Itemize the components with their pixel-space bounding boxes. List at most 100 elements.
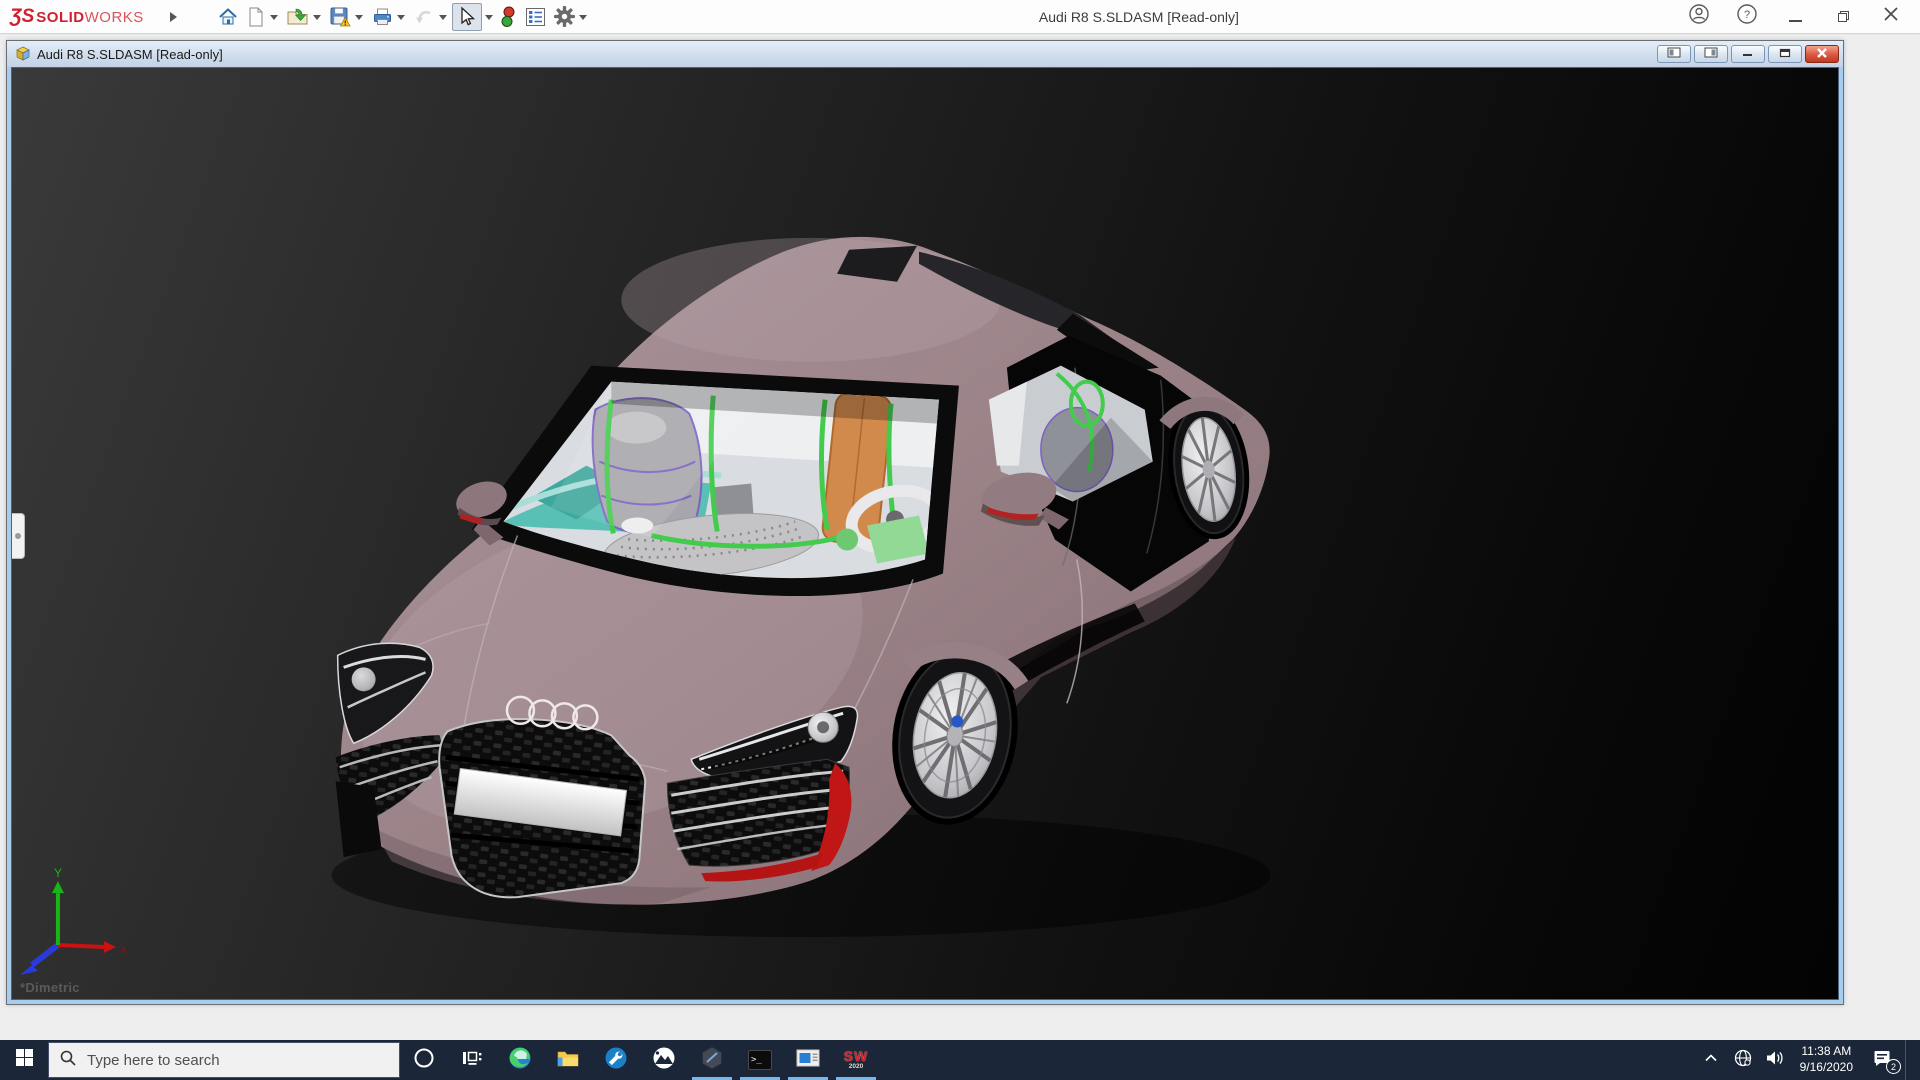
menu-expand-arrow-icon[interactable] bbox=[170, 12, 182, 22]
window-controls: ? bbox=[1686, 4, 1920, 30]
system-tray: 11:38 AM 9/16/2020 2 bbox=[1698, 1040, 1920, 1080]
save-button[interactable] bbox=[326, 3, 368, 31]
photos-icon bbox=[652, 1046, 676, 1075]
chevron-down-icon[interactable] bbox=[270, 15, 278, 24]
restore-icon bbox=[1779, 45, 1791, 63]
admin-tool-button[interactable] bbox=[592, 1040, 640, 1080]
report-button[interactable] bbox=[521, 3, 550, 31]
minimize-icon bbox=[1742, 45, 1754, 63]
edge-icon bbox=[508, 1046, 532, 1075]
traffic-light-icon bbox=[498, 5, 518, 29]
hexagon-app-icon bbox=[700, 1046, 724, 1075]
cortana-icon bbox=[413, 1047, 435, 1074]
volume-button[interactable] bbox=[1762, 1040, 1788, 1080]
app-titlebar: ƷS SOLIDWORKS bbox=[0, 0, 1920, 34]
assembly-icon bbox=[15, 46, 31, 62]
triad-x-label: X bbox=[120, 944, 128, 956]
select-cursor-icon bbox=[456, 6, 478, 28]
task-view-icon bbox=[461, 1048, 483, 1073]
search-icon bbox=[59, 1049, 77, 1072]
new-document-icon bbox=[245, 6, 267, 28]
chevron-up-icon bbox=[1702, 1049, 1720, 1072]
edge-button[interactable] bbox=[496, 1040, 544, 1080]
chevron-down-icon[interactable] bbox=[397, 15, 405, 24]
pane-left-button[interactable] bbox=[1657, 45, 1691, 63]
photos-button[interactable] bbox=[640, 1040, 688, 1080]
document-restore-button[interactable] bbox=[1768, 45, 1802, 63]
window-app-icon bbox=[796, 1048, 820, 1073]
window-app-button[interactable] bbox=[784, 1040, 832, 1080]
start-icon bbox=[16, 1049, 33, 1071]
featuremanager-collapse-handle[interactable] bbox=[12, 513, 25, 559]
help-button[interactable]: ? bbox=[1734, 4, 1760, 30]
document-title: Audi R8 S.SLDASM [Read-only] bbox=[37, 47, 1657, 62]
chevron-down-icon[interactable] bbox=[485, 15, 493, 24]
chevron-down-icon[interactable] bbox=[313, 15, 321, 24]
hexagon-app-button[interactable] bbox=[688, 1040, 736, 1080]
undo-icon bbox=[413, 6, 436, 28]
undo-button[interactable] bbox=[410, 3, 452, 31]
file-explorer-button[interactable] bbox=[544, 1040, 592, 1080]
workspace-background: Audi R8 S.SLDASM [Read-only] bbox=[0, 35, 1920, 1040]
show-desktop-button[interactable] bbox=[1905, 1040, 1910, 1080]
network-globe-icon bbox=[1733, 1048, 1753, 1073]
new-document-button[interactable] bbox=[242, 3, 283, 31]
view-orientation-label: *Dimetric bbox=[20, 980, 80, 995]
taskbar: >_ SW 2020 11:38 AM 9/16/2020 bbox=[0, 1040, 1920, 1080]
notification-badge: 2 bbox=[1886, 1059, 1901, 1074]
search-input[interactable] bbox=[87, 1052, 367, 1069]
account-button[interactable] bbox=[1686, 4, 1712, 30]
solidworks-2020-icon: SW 2020 bbox=[844, 1049, 869, 1071]
command-prompt-icon: >_ bbox=[748, 1050, 772, 1070]
document-titlebar[interactable]: Audi R8 S.SLDASM [Read-only] bbox=[7, 41, 1843, 67]
file-explorer-icon bbox=[556, 1047, 580, 1074]
restore-button[interactable] bbox=[1830, 4, 1856, 30]
screen: ƷS SOLIDWORKS bbox=[0, 0, 1920, 1080]
front-grille bbox=[439, 719, 645, 897]
pane-right-icon bbox=[1704, 45, 1718, 63]
triad-y-label: Y bbox=[54, 866, 62, 880]
start-button[interactable] bbox=[0, 1040, 48, 1080]
quick-access-toolbar bbox=[214, 3, 592, 31]
close-icon bbox=[1882, 5, 1900, 28]
selection-filter-button[interactable] bbox=[495, 3, 521, 31]
print-icon bbox=[371, 6, 394, 28]
viewport-3d[interactable]: Y X *Dimetric bbox=[11, 67, 1839, 1000]
user-account-icon bbox=[1688, 3, 1710, 30]
svg-text:?: ? bbox=[1744, 9, 1750, 21]
close-button[interactable] bbox=[1878, 4, 1904, 30]
solidworks-logo[interactable]: ƷS SOLIDWORKS bbox=[10, 6, 144, 28]
help-icon: ? bbox=[1736, 3, 1758, 30]
task-view-button[interactable] bbox=[448, 1040, 496, 1080]
print-button[interactable] bbox=[368, 3, 410, 31]
network-button[interactable] bbox=[1730, 1040, 1756, 1080]
document-minimize-button[interactable] bbox=[1731, 45, 1765, 63]
tray-overflow-button[interactable] bbox=[1698, 1040, 1724, 1080]
document-window: Audi R8 S.SLDASM [Read-only] bbox=[6, 40, 1844, 1005]
speaker-icon bbox=[1765, 1048, 1785, 1073]
car-model-render: Y X bbox=[12, 68, 1838, 999]
select-tool-button[interactable] bbox=[452, 3, 482, 31]
document-close-button[interactable] bbox=[1805, 45, 1839, 63]
app-title: Audi R8 S.SLDASM [Read-only] bbox=[592, 9, 1686, 25]
pane-left-icon bbox=[1667, 45, 1681, 63]
command-prompt-button[interactable]: >_ bbox=[736, 1040, 784, 1080]
restore-icon bbox=[1838, 11, 1849, 22]
action-center-button[interactable]: 2 bbox=[1865, 1040, 1899, 1080]
chevron-down-icon[interactable] bbox=[355, 15, 363, 24]
orientation-triad: Y X bbox=[20, 866, 128, 975]
taskbar-clock[interactable]: 11:38 AM 9/16/2020 bbox=[1794, 1044, 1859, 1075]
chevron-down-icon[interactable] bbox=[439, 15, 447, 24]
options-button[interactable] bbox=[550, 3, 592, 31]
chevron-down-icon[interactable] bbox=[579, 15, 587, 24]
cortana-button[interactable] bbox=[400, 1040, 448, 1080]
pane-right-button[interactable] bbox=[1694, 45, 1728, 63]
options-gear-icon bbox=[553, 5, 576, 28]
close-icon bbox=[1816, 45, 1828, 63]
taskbar-search[interactable] bbox=[48, 1042, 400, 1078]
home-button[interactable] bbox=[214, 3, 242, 31]
handle-dot-icon bbox=[15, 533, 21, 539]
solidworks-2020-button[interactable]: SW 2020 bbox=[832, 1040, 880, 1080]
open-button[interactable] bbox=[283, 3, 326, 31]
minimize-button[interactable] bbox=[1782, 4, 1808, 30]
